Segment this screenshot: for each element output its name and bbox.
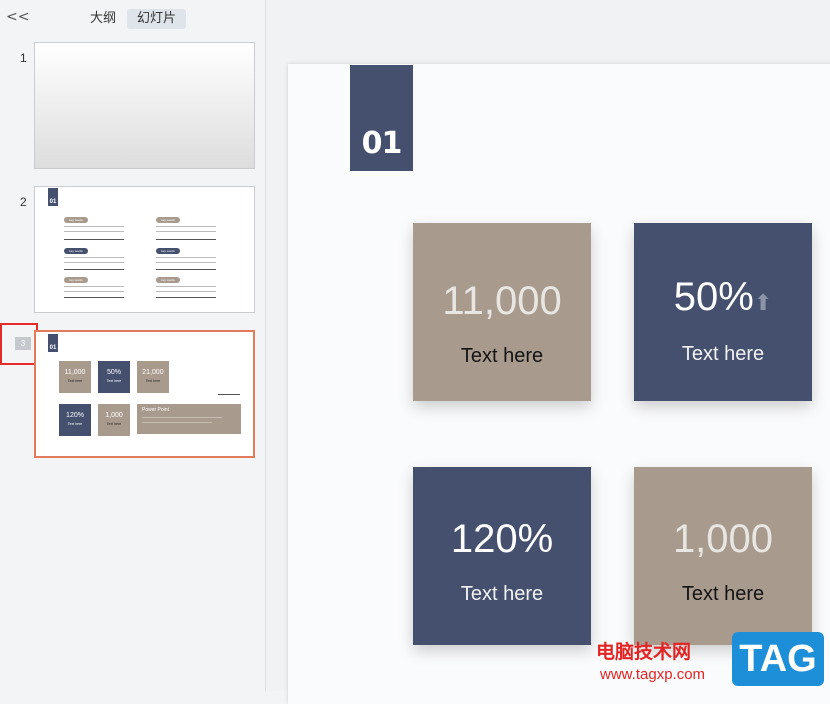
thumb-text-line	[156, 231, 216, 232]
thumb-card-value: 11,000	[64, 369, 86, 376]
thumb-keyword-pill: key words	[156, 277, 180, 283]
stat-value: 11,000	[442, 279, 562, 323]
thumb-divider	[64, 269, 124, 270]
thumb-card-value: 50%	[106, 369, 121, 376]
slide-thumbnail-1[interactable]	[34, 42, 255, 169]
stat-value: 120%	[450, 517, 554, 561]
tab-outline[interactable]: 大纲	[80, 9, 126, 29]
watermark-site-name: 电脑技术网	[596, 641, 692, 663]
thumb-number-block: 01	[48, 188, 58, 206]
stat-value: 1,000	[672, 517, 774, 561]
thumb-divider	[156, 269, 216, 270]
slide-number-2: 2	[20, 195, 27, 209]
watermark-url: www.tagxp.com	[600, 666, 706, 683]
stat-label: Text here	[681, 583, 765, 605]
thumb-card: 11,000 Text here	[59, 361, 91, 393]
stat-label: Text here	[460, 345, 544, 367]
thumb-text-line	[156, 286, 216, 287]
thumb-card-label: Text here	[106, 422, 122, 426]
thumb-card-label: Text here	[67, 422, 83, 426]
thumb-divider	[64, 297, 124, 298]
thumb-card-value: 1,000	[105, 412, 123, 419]
slide-thumbnail-2[interactable]: 01 key words key words key words key wor…	[34, 186, 255, 313]
arrow-up-icon: ⬆	[753, 290, 773, 315]
thumb-text-line	[64, 226, 124, 227]
thumb-card: 50% Text here	[98, 361, 130, 393]
slide-number-block[interactable]: 01	[350, 65, 413, 171]
slide-number-3: 3	[15, 337, 31, 350]
thumb-keyword-pill: key words	[156, 217, 180, 223]
thumb-text-line	[64, 257, 124, 258]
stat-card[interactable]: 50%⬆ Text here	[634, 223, 812, 401]
thumb-keyword-pill: key words	[64, 277, 88, 283]
thumb-divider	[156, 297, 216, 298]
thumb-card-value: 21,000	[142, 369, 164, 376]
stat-value-text: 50%	[673, 275, 754, 319]
thumb-divider	[218, 394, 240, 395]
thumb-text-line	[142, 417, 222, 418]
thumb-text-line	[64, 286, 124, 287]
thumb-card-label: Text here	[67, 379, 83, 383]
thumb-text-line	[156, 291, 216, 292]
slide-thumbnail-3[interactable]: 01 11,000 Text here 50% Text here 21,000…	[34, 330, 255, 458]
stat-label: Text here	[460, 583, 544, 605]
thumb-divider	[156, 239, 216, 240]
stat-card[interactable]: 11,000 Text here	[413, 223, 591, 401]
thumb-card-label: Text here	[106, 379, 122, 383]
thumb-text-panel: Power Point	[137, 404, 241, 434]
thumb-card: 1,000 Text here	[98, 404, 130, 436]
stat-card[interactable]: 120% Text here	[413, 467, 591, 645]
tab-slides[interactable]: 幻灯片	[127, 9, 187, 29]
thumb-number-block: 01	[48, 334, 58, 352]
thumb-text-line	[142, 422, 212, 423]
thumb-card-label: Text here	[145, 379, 161, 383]
thumb-card: 21,000 Text here	[137, 361, 169, 393]
collapse-panel-icon[interactable]: <<	[6, 9, 29, 25]
stat-value: 50%⬆	[634, 275, 812, 320]
thumb-card-value: 120%	[66, 412, 84, 419]
thumb-text-line	[64, 231, 124, 232]
thumb-keyword-pill: key words	[156, 248, 180, 254]
stat-card[interactable]: 1,000 Text here	[634, 467, 812, 645]
thumb-text-line	[64, 262, 124, 263]
slide-number-label: 01	[361, 126, 403, 161]
watermark-tag-badge: TAG	[732, 632, 824, 686]
slide-number-1: 1	[20, 51, 27, 65]
stat-label: Text here	[681, 343, 765, 365]
thumb-text-line	[156, 226, 216, 227]
thumb-text-line	[156, 257, 216, 258]
thumb-card: 120% Text here	[59, 404, 91, 436]
thumb-keyword-pill: key words	[64, 217, 88, 223]
thumb-text-line	[64, 291, 124, 292]
thumb-keyword-pill: key words	[64, 248, 88, 254]
thumb-divider	[64, 239, 124, 240]
thumb-panel-title: Power Point	[142, 407, 169, 413]
thumb-text-line	[156, 262, 216, 263]
slide-panel: << 大纲 幻灯片 1 2 01 key words key words key…	[0, 0, 266, 691]
